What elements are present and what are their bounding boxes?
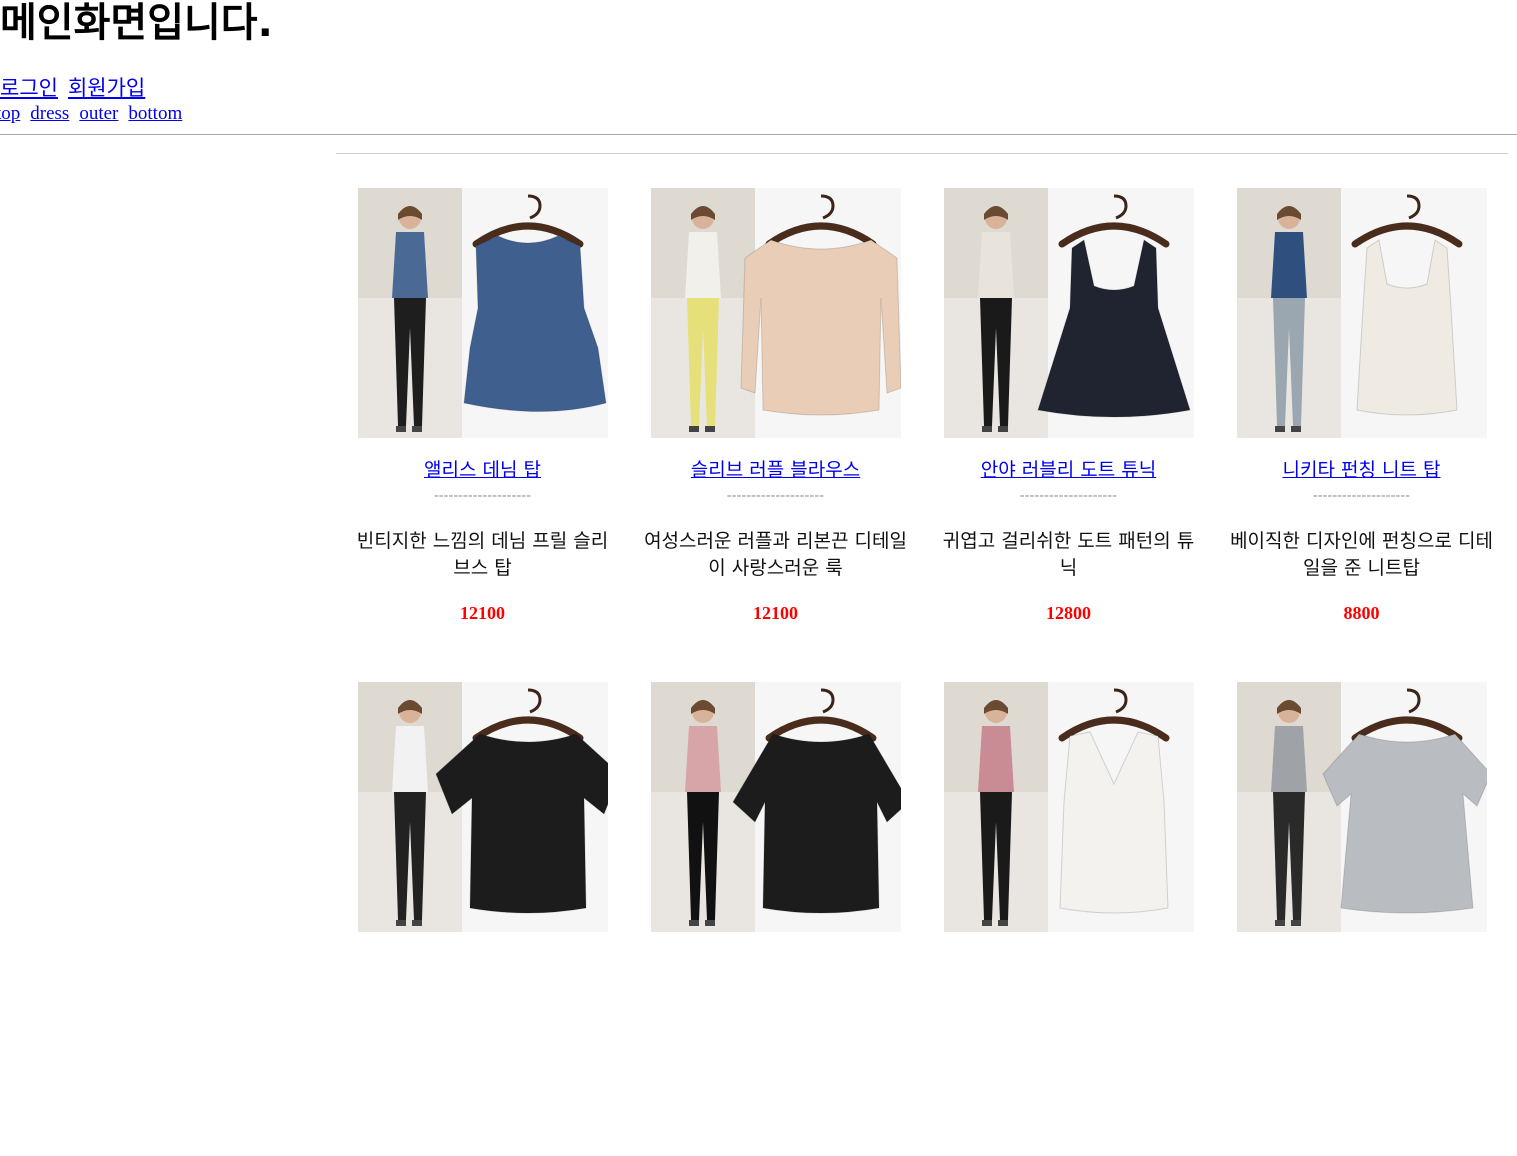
product-image[interactable] [358, 188, 608, 438]
category-link-dress[interactable]: dress [30, 103, 69, 124]
product-card: 앨리스 데님 탑 -------------------- 빈티지한 느낌의 데님 … [336, 168, 629, 662]
header-divider [0, 134, 1517, 135]
product-image[interactable] [944, 188, 1194, 438]
product-image[interactable] [1237, 188, 1487, 438]
product-card [922, 662, 1215, 1156]
signup-link[interactable]: 회원가입 [68, 76, 145, 100]
login-link[interactable]: 로그인 [0, 76, 58, 100]
category-nav: top dress outer bottom [0, 102, 192, 126]
category-link-bottom[interactable]: bottom [128, 103, 182, 124]
product-price: 12100 [460, 603, 505, 623]
product-card: 슬리브 러플 블라우스 -------------------- 여성스러운 러플과… [629, 168, 922, 662]
category-link-outer[interactable]: outer [79, 103, 118, 124]
product-description: 베이직한 디자인에 펀칭으로 디테일을 준 니트탑 [1230, 530, 1493, 579]
product-divider: -------------------- [726, 488, 825, 503]
product-price: 12800 [1046, 603, 1091, 623]
product-image[interactable] [651, 188, 901, 438]
product-divider: -------------------- [1312, 488, 1411, 503]
product-divider: -------------------- [1019, 488, 1118, 503]
product-name-link[interactable]: 니키타 펀칭 니트 탑 [1215, 457, 1508, 483]
category-link-top[interactable]: top [0, 103, 20, 124]
product-card: 안야 러블리 도트 튜닉 -------------------- 귀엽고 걸리쉬한… [922, 168, 1215, 662]
product-description: 빈티지한 느낌의 데님 프릴 슬리브스 탑 [356, 530, 609, 579]
product-card [336, 662, 629, 1156]
product-name-link[interactable]: 안야 러블리 도트 튜닉 [922, 457, 1215, 483]
product-price: 8800 [1343, 603, 1380, 623]
page-title: 메인화면입니다. [0, 0, 273, 46]
product-name-link[interactable]: 슬리브 러플 블라우스 [629, 457, 922, 483]
product-card [629, 662, 922, 1156]
product-image[interactable] [358, 682, 608, 932]
product-divider: -------------------- [433, 488, 532, 503]
product-description: 귀엽고 걸리쉬한 도트 패턴의 튜닉 [942, 530, 1195, 579]
product-description: 여성스러운 러플과 리본끈 디테일이 사랑스러운 룩 [644, 530, 907, 579]
product-card: 니키타 펀칭 니트 탑 -------------------- 베이직한 디자인에… [1215, 168, 1508, 662]
product-card [1215, 662, 1508, 1156]
product-image[interactable] [1237, 682, 1487, 932]
product-name-link[interactable]: 앨리스 데님 탑 [336, 457, 629, 483]
content-divider [336, 153, 1508, 154]
product-image[interactable] [944, 682, 1194, 932]
product-price: 12100 [753, 603, 798, 623]
auth-nav: 로그인 회원가입 [0, 74, 155, 102]
product-image[interactable] [651, 682, 901, 932]
